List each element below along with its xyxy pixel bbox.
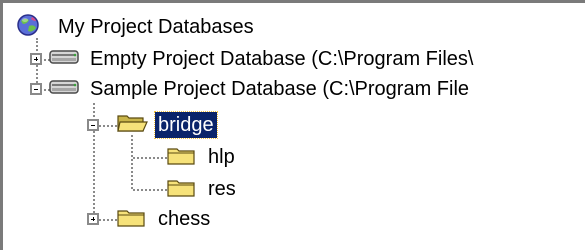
tree-node-empty-database[interactable]: Empty Project Database (C:\Program Files… bbox=[49, 43, 476, 75]
project-database-tree[interactable]: My Project Databases Empty Project Datab… bbox=[0, 0, 585, 250]
folder-icon bbox=[117, 206, 147, 233]
tree-node-res[interactable]: res bbox=[167, 173, 239, 205]
database-drive-icon bbox=[49, 46, 81, 73]
expand-toggle-empty-database[interactable] bbox=[30, 53, 42, 65]
tree-node-label: Empty Project Database (C:\Program Files… bbox=[90, 48, 474, 70]
tree-node-label: Sample Project Database (C:\Program File bbox=[90, 78, 470, 100]
tree-line bbox=[133, 157, 167, 159]
tree-node-bridge[interactable]: bridge bbox=[117, 109, 218, 141]
tree-line bbox=[131, 135, 133, 189]
tree-node-sample-database[interactable]: Sample Project Database (C:\Program File bbox=[49, 73, 472, 105]
tree-node-label: res bbox=[208, 178, 236, 200]
tree-line bbox=[133, 189, 167, 191]
globe-icon bbox=[15, 12, 45, 43]
open-folder-icon bbox=[117, 112, 149, 139]
collapse-toggle-sample-database[interactable] bbox=[30, 83, 42, 95]
expand-toggle-chess[interactable] bbox=[87, 213, 99, 225]
tree-node-label: My Project Databases bbox=[58, 16, 254, 38]
tree-node-label: chess bbox=[158, 208, 211, 230]
tree-node-label: hlp bbox=[208, 146, 235, 168]
collapse-toggle-bridge[interactable] bbox=[87, 119, 99, 131]
tree-node-root[interactable]: My Project Databases bbox=[15, 11, 257, 43]
folder-icon bbox=[167, 144, 197, 171]
tree-node-label: bridge bbox=[154, 111, 218, 139]
tree-node-chess[interactable]: chess bbox=[117, 203, 213, 235]
database-drive-icon bbox=[49, 76, 81, 103]
folder-icon bbox=[167, 176, 197, 203]
tree-node-hlp[interactable]: hlp bbox=[167, 141, 238, 173]
